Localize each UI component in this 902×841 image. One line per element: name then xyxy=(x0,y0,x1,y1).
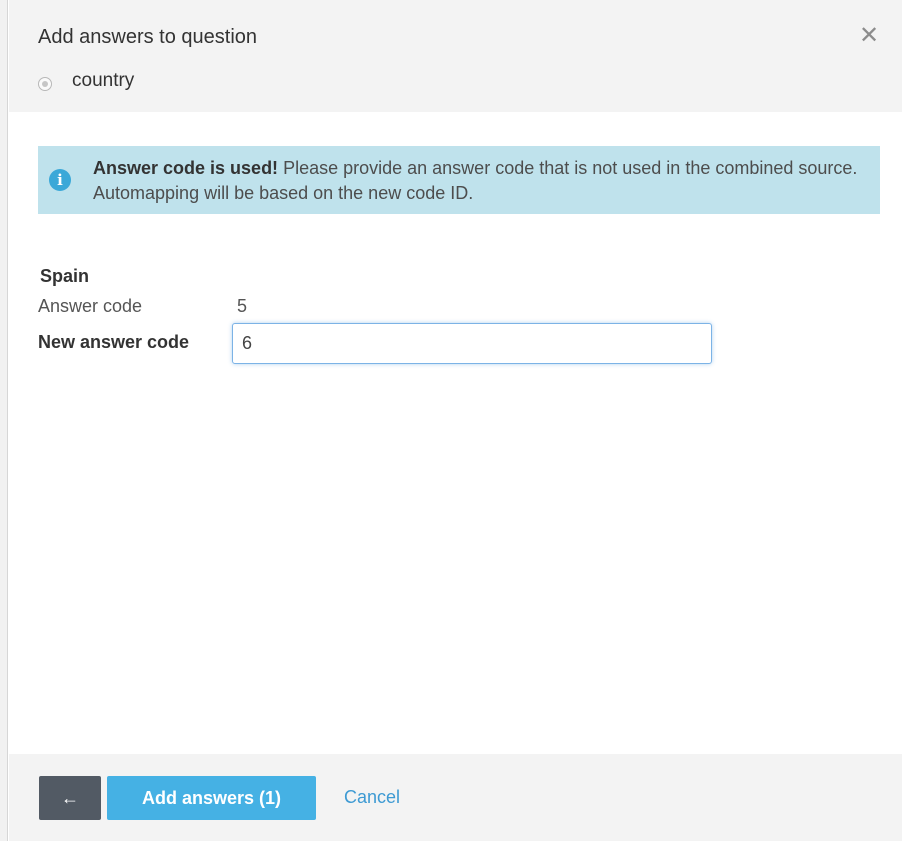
back-button[interactable]: ← xyxy=(39,776,101,820)
answer-title: Spain xyxy=(40,266,90,286)
add-answers-button[interactable]: Add answers (1) xyxy=(107,776,316,820)
answer-code-value: 5 xyxy=(237,296,248,316)
arrow-left-icon: ← xyxy=(61,788,79,808)
new-answer-code-label: New answer code xyxy=(38,332,190,352)
screen: Add answers to question ✕ country i Answ… xyxy=(0,0,902,841)
info-icon: i xyxy=(49,169,71,191)
add-answers-dialog: Add answers to question ✕ country i Answ… xyxy=(9,0,902,841)
answer-code-label: Answer code xyxy=(38,296,143,316)
info-alert: i Answer code is used! Please provide an… xyxy=(38,146,880,214)
dialog-title: Add answers to question xyxy=(38,26,258,48)
alert-text: Answer code is used! Please provide an a… xyxy=(93,156,863,206)
new-answer-code-input[interactable] xyxy=(232,323,712,364)
close-icon[interactable]: ✕ xyxy=(855,22,883,50)
question-radio-icon xyxy=(38,77,52,91)
dialog-footer: ← Add answers (1) Cancel xyxy=(9,754,902,841)
dialog-header: Add answers to question ✕ country xyxy=(9,0,902,112)
question-name: country xyxy=(72,70,135,91)
cancel-link[interactable]: Cancel xyxy=(344,787,400,808)
alert-strong-text: Answer code is used! xyxy=(93,158,279,178)
background-edge xyxy=(0,0,8,841)
